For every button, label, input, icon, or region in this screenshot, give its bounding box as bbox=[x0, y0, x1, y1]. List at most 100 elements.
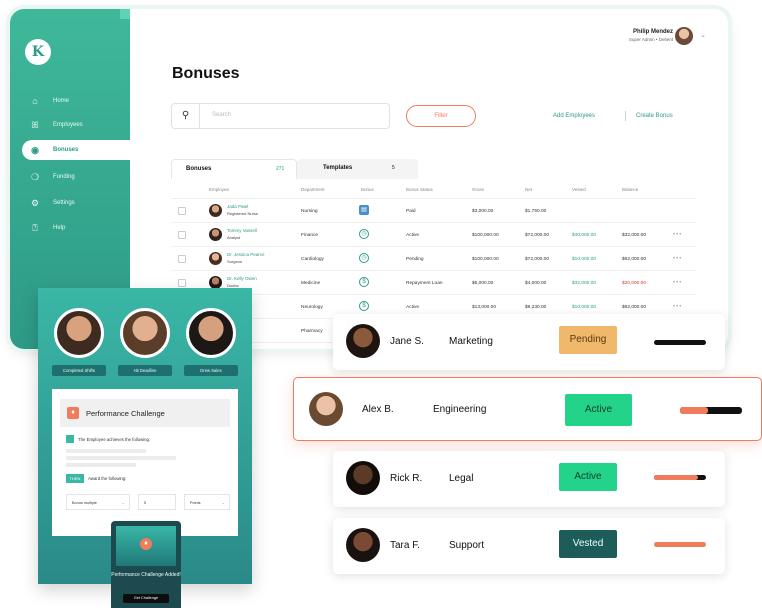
avatar bbox=[346, 324, 380, 358]
balance-cell: $32,000.00 bbox=[622, 233, 647, 238]
challenge-header: ♦ Performance Challenge bbox=[60, 399, 230, 427]
get-challenge-button[interactable]: Get Challenge bbox=[123, 594, 169, 603]
row-checkbox[interactable] bbox=[178, 255, 186, 263]
bonus-icon: ◉ bbox=[31, 144, 39, 155]
challenge-added-toast: ♦ Performance Challenge Added! Get Chall… bbox=[111, 521, 181, 608]
row-checkbox[interactable] bbox=[178, 279, 186, 287]
employee-name: Alex B. bbox=[362, 404, 394, 415]
avatar bbox=[209, 228, 222, 241]
chevron-down-icon[interactable]: ⌄ bbox=[700, 31, 706, 39]
employee-department: Marketing bbox=[449, 336, 493, 347]
dollar-icon: $ bbox=[359, 277, 369, 287]
avatar bbox=[346, 528, 380, 562]
progress-track bbox=[654, 340, 706, 345]
employee-card[interactable]: Jane S. Marketing Pending bbox=[333, 314, 725, 370]
employee-card-selected[interactable]: Alex B. Engineering Active bbox=[293, 377, 762, 441]
column-header-vested[interactable]: Vested bbox=[572, 187, 586, 192]
status-cell: Repayment Loan bbox=[406, 281, 443, 286]
employee-title: Registered Nurse bbox=[227, 211, 259, 216]
create-bonus-link[interactable]: Create Bonus bbox=[636, 113, 673, 119]
sidebar-item-label: Funding bbox=[53, 174, 75, 180]
department-cell: Finance bbox=[301, 233, 319, 238]
unit-select[interactable]: Points ⌄ bbox=[184, 494, 230, 510]
select-value: Bonus multiple bbox=[72, 501, 97, 505]
column-header-net[interactable]: Net bbox=[525, 187, 532, 192]
sidebar-item-settings[interactable]: ⚙ Settings bbox=[10, 193, 130, 213]
employee-card[interactable]: Tara F. Support Vested bbox=[333, 518, 725, 574]
table-row[interactable]: Tommy Vassell Analyst Finance ◷ Active $… bbox=[171, 223, 696, 247]
employee-name[interactable]: Dr. Jessica Pearce bbox=[227, 252, 265, 257]
row-checkbox[interactable] bbox=[178, 207, 186, 215]
status-badge: Active bbox=[559, 463, 617, 491]
search-placeholder: Search bbox=[212, 112, 232, 118]
sidebar-item-label: Home bbox=[53, 98, 70, 104]
table-header: Employee Department Bonus Bonus Status G… bbox=[171, 179, 696, 199]
tab-bonuses[interactable]: Bonuses 271 bbox=[171, 159, 297, 179]
sidebar-collapse-handle[interactable] bbox=[120, 9, 130, 19]
progress-fill bbox=[654, 475, 699, 480]
status-cell: Paid bbox=[406, 209, 416, 214]
sidebar-item-help[interactable]: ⍰ Help bbox=[10, 218, 130, 238]
status-cell: Active bbox=[406, 305, 420, 310]
table-row[interactable]: Jada Patel Registered Nurse Nursing ▤ Pa… bbox=[171, 199, 696, 223]
progress-fill bbox=[654, 542, 706, 547]
avatar bbox=[120, 308, 170, 358]
balance-cell: $62,000.00 bbox=[622, 305, 647, 310]
row-menu-icon[interactable]: ••• bbox=[673, 304, 682, 310]
sidebar-item-bonuses[interactable]: ◉ Bonuses bbox=[22, 140, 130, 160]
chevron-down-icon: ⌄ bbox=[121, 500, 125, 505]
amount-field[interactable]: 5 bbox=[138, 494, 176, 510]
bonus-type-select[interactable]: Bonus multiple ⌄ bbox=[66, 494, 130, 510]
sidebar-item-label: Settings bbox=[53, 200, 75, 206]
employee-title: Analyst bbox=[227, 235, 241, 240]
employee-name[interactable]: Jada Patel bbox=[227, 204, 248, 209]
department-cell: Pharmacy bbox=[301, 329, 323, 334]
employee-name[interactable]: Dr. Kelly Owen bbox=[227, 276, 257, 281]
filter-button[interactable]: Filter bbox=[406, 105, 476, 127]
condition-checkbox[interactable] bbox=[66, 435, 74, 443]
column-header-gross[interactable]: Gross bbox=[472, 187, 484, 192]
row-menu-icon[interactable]: ••• bbox=[673, 280, 682, 286]
progress-track bbox=[680, 407, 742, 414]
column-header-bonus[interactable]: Bonus bbox=[361, 187, 374, 192]
tab-label: Bonuses bbox=[186, 166, 212, 172]
user-menu[interactable]: Philip Mendez Super Admin • Deltent bbox=[629, 29, 673, 42]
row-menu-icon[interactable]: ••• bbox=[673, 256, 682, 262]
department-cell: Cardiology bbox=[301, 257, 324, 262]
screenshot-stage: K ⌂ Home ꕤ Employees ◉ Bonuses ❍ Funding… bbox=[0, 0, 762, 608]
logo-icon: K bbox=[25, 39, 51, 65]
search-input[interactable]: ⚲ Search bbox=[171, 103, 390, 129]
sidebar-item-employees[interactable]: ꕤ Employees bbox=[10, 115, 130, 135]
select-value: Points bbox=[190, 501, 201, 505]
column-header-balance[interactable]: Balance bbox=[622, 187, 638, 192]
gross-cell: $3,000.00 bbox=[472, 209, 494, 214]
gross-cell: $100,000.00 bbox=[472, 233, 499, 238]
employee-department: Legal bbox=[449, 473, 474, 484]
sidebar-item-label: Employees bbox=[53, 122, 83, 128]
challenge-title: Performance Challenge bbox=[86, 409, 165, 418]
column-header-department[interactable]: Department bbox=[301, 187, 325, 192]
select-value: 5 bbox=[144, 501, 147, 505]
sidebar-item-funding[interactable]: ❍ Funding bbox=[10, 167, 130, 187]
row-checkbox[interactable] bbox=[178, 231, 186, 239]
employee-card[interactable]: Rick R. Legal Active bbox=[333, 451, 725, 507]
avatar bbox=[346, 461, 380, 495]
condition-text: The Employee achieves the following: bbox=[78, 437, 151, 442]
avatar-label: Hit Deadline bbox=[118, 365, 172, 376]
tab-label: Templates bbox=[323, 165, 353, 171]
add-employees-link[interactable]: Add Employees bbox=[553, 113, 595, 119]
status-cell: Pending bbox=[406, 257, 424, 262]
users-icon: ꕤ bbox=[31, 119, 39, 130]
avatar bbox=[186, 308, 236, 358]
avatar[interactable] bbox=[675, 27, 693, 45]
gross-cell: $5,000.00 bbox=[472, 281, 494, 286]
sidebar-item-home[interactable]: ⌂ Home bbox=[10, 91, 130, 111]
tab-templates[interactable]: Templates 5 bbox=[297, 159, 418, 179]
row-menu-icon[interactable]: ••• bbox=[673, 232, 682, 238]
employee-name[interactable]: Tommy Vassell bbox=[227, 228, 257, 233]
table-row[interactable]: Dr. Jessica Pearce Surgeon Cardiology ◷ … bbox=[171, 247, 696, 271]
gear-icon: ⚙ bbox=[30, 197, 40, 208]
placeholder-bar bbox=[66, 463, 136, 467]
column-header-bonus-status[interactable]: Bonus Status bbox=[406, 187, 433, 192]
column-header-employee[interactable]: Employee bbox=[209, 187, 229, 192]
